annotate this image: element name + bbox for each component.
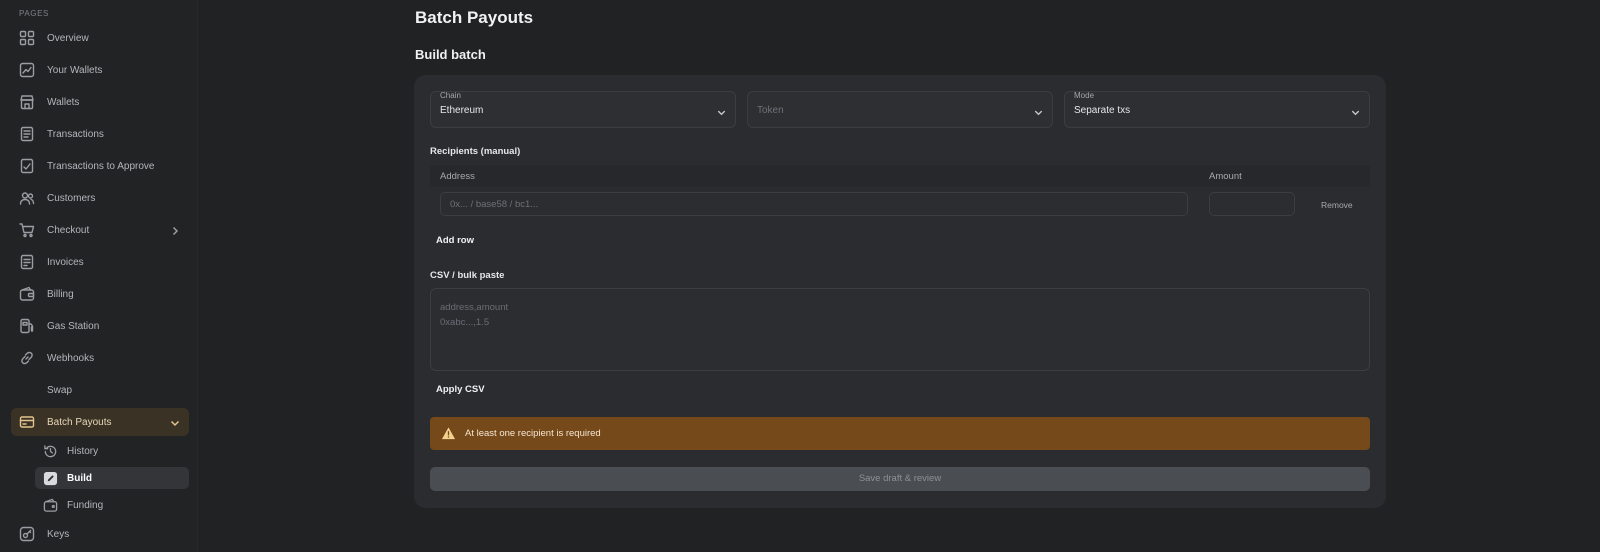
csv-heading: CSV / bulk paste: [430, 270, 505, 281]
sidebar-item-label: Gas Station: [47, 320, 100, 332]
add-row-button[interactable]: Add row: [436, 235, 474, 246]
sidebar-item-label: Overview: [47, 32, 89, 44]
sidebar-item-billing[interactable]: Billing: [11, 280, 189, 308]
csv-textarea[interactable]: address,amount 0xabc...,1.5: [430, 288, 1370, 371]
sidebar-item-label: Invoices: [47, 256, 84, 268]
chain-value: Ethereum: [440, 105, 484, 116]
sidebar-item-invoices[interactable]: Invoices: [11, 248, 189, 276]
mode-label: Mode: [1074, 91, 1095, 100]
key-icon: [19, 526, 35, 542]
sidebar-item-gas-station[interactable]: Gas Station: [11, 312, 189, 340]
store-icon: [19, 94, 35, 110]
sidebar-item-label: Keys: [47, 528, 70, 540]
sidebar-subitem-label: Funding: [67, 499, 104, 511]
sidebar-item-label: Checkout: [47, 224, 90, 236]
mode-value: Separate txs: [1074, 105, 1131, 116]
wallet-icon: [19, 286, 35, 302]
list-document-icon: [19, 126, 35, 142]
edit-icon: [42, 470, 58, 486]
sidebar-subitem-label: History: [67, 445, 99, 457]
chevron-down-icon: [169, 416, 181, 428]
chevron-down-icon: [1350, 105, 1361, 116]
recipients-heading: Recipients (manual): [430, 146, 521, 157]
history-icon: [42, 443, 58, 459]
sidebar-item-label: Swap: [47, 384, 73, 396]
amount-input[interactable]: [1209, 192, 1295, 216]
csv-placeholder-line-1: address,amount: [440, 302, 509, 313]
sidebar-item-label: Billing: [47, 288, 74, 300]
remove-row-button[interactable]: Remove: [1321, 200, 1353, 210]
users-icon: [19, 190, 35, 206]
sidebar-item-label: Transactions to Approve: [47, 160, 155, 172]
validation-alert: At least one recipient is required: [430, 417, 1370, 450]
address-input[interactable]: 0x... / base58 / bc1...: [440, 192, 1188, 216]
sidebar-item-label: Customers: [47, 192, 96, 204]
sidebar-item-label: Wallets: [47, 96, 80, 108]
alert-message: At least one recipient is required: [465, 428, 601, 439]
sidebar-item-label: Webhooks: [47, 352, 95, 364]
grid-icon: [19, 30, 35, 46]
chevron-down-icon: [1033, 105, 1044, 116]
mode-select[interactable]: Mode Separate txs: [1064, 91, 1370, 128]
save-draft-review-button[interactable]: Save draft & review: [430, 467, 1370, 491]
token-select[interactable]: Token: [747, 91, 1053, 128]
sidebar-item-checkout[interactable]: Checkout: [11, 216, 189, 244]
batch-payouts-icon: [19, 414, 35, 430]
sidebar-item-label: Your Wallets: [47, 64, 103, 76]
sidebar-item-customers[interactable]: Customers: [11, 184, 189, 212]
address-column-header: Address: [440, 171, 475, 182]
sidebar-item-your-wallets[interactable]: Your Wallets: [11, 56, 189, 84]
sidebar-section-label: PAGES: [19, 9, 49, 18]
chain-label: Chain: [440, 91, 461, 100]
sidebar-item-transactions[interactable]: Transactions: [11, 120, 189, 148]
sidebar-subitem-history[interactable]: History: [35, 440, 189, 462]
sidebar-subitem-build[interactable]: Build: [35, 467, 189, 489]
sidebar-subitem-label: Build: [67, 472, 92, 484]
token-placeholder: Token: [757, 105, 784, 116]
wallet-icon: [42, 497, 58, 513]
section-title: Build batch: [415, 47, 486, 62]
sidebar-item-swap[interactable]: Swap: [11, 376, 189, 404]
link-icon: [19, 350, 35, 366]
sidebar-item-batch-payouts[interactable]: Batch Payouts: [11, 408, 189, 436]
csv-placeholder-line-2: 0xabc...,1.5: [440, 317, 490, 328]
gas-pump-icon: [19, 318, 35, 334]
chart-trend-icon: [19, 62, 35, 78]
cart-icon: [19, 222, 35, 238]
sidebar-subitem-funding[interactable]: Funding: [35, 494, 189, 516]
swap-icon: [19, 382, 35, 398]
build-batch-card: Chain Ethereum Token Mode Separate txs R…: [414, 75, 1386, 508]
page-title: Batch Payouts: [415, 8, 534, 27]
chain-select[interactable]: Chain Ethereum: [430, 91, 736, 128]
sidebar-item-transactions-to-approve[interactable]: Transactions to Approve: [11, 152, 189, 180]
sidebar-item-label: Transactions: [47, 128, 104, 140]
sidebar-item-webhooks[interactable]: Webhooks: [11, 344, 189, 372]
sidebar: PAGES Overview Your Wallets Wallets Tran…: [0, 0, 198, 552]
sidebar-item-overview[interactable]: Overview: [11, 24, 189, 52]
chevron-down-icon: [716, 105, 727, 116]
approve-document-icon: [19, 158, 35, 174]
chevron-right-icon: [169, 224, 181, 236]
apply-csv-button[interactable]: Apply CSV: [436, 384, 485, 395]
warning-icon: [441, 426, 456, 441]
sidebar-item-keys[interactable]: Keys: [11, 520, 189, 548]
amount-column-header: Amount: [1209, 171, 1242, 182]
sidebar-item-label: Batch Payouts: [47, 416, 112, 428]
invoice-icon: [19, 254, 35, 270]
recipients-table-header: Address Amount: [430, 165, 1370, 187]
sidebar-item-wallets[interactable]: Wallets: [11, 88, 189, 116]
